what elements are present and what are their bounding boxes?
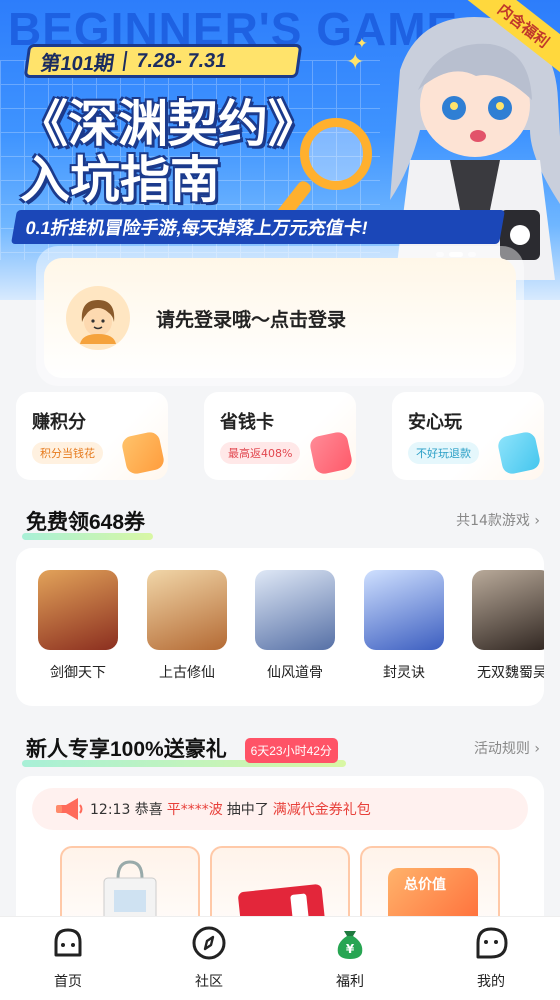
link-label: 共14款游戏 [456,513,530,529]
countdown-badge: 6天23小时42分 [244,737,338,763]
notice-user: 平****波 [166,802,223,818]
chevron-right-icon: › [534,513,540,529]
game-item[interactable]: 剑御天下 [36,570,120,682]
banner-title-line2: 入坑指南 [20,152,220,208]
chevron-right-icon: › [534,741,540,757]
game-name: 仙风道骨 [267,665,323,681]
tab-label: 社区 [195,974,223,990]
game-name: 剑御天下 [50,665,106,681]
megaphone-icon [56,798,83,820]
notice-mid: 抽中了 [226,802,269,818]
coupon-games-list: 剑御天下 上古修仙 仙风道骨 封灵诀 无双魏蜀吴 [16,548,544,706]
shield-icon [496,430,542,476]
winner-notice: 12:13 恭喜 平****波 抽中了 满减代金券礼包 [32,788,528,830]
newbie-gift-panel: 12:13 恭喜 平****波 抽中了 满减代金券礼包 总价值 [16,776,544,936]
game-thumbnail [364,570,444,650]
banner-issue: 第101期 [39,52,116,75]
sparkle-icon: ✦ [356,36,368,52]
gift-label: 总价值 [404,876,446,892]
feature-tag: 积分当钱花 [32,442,103,464]
tab-welfare[interactable]: ¥ 福利 [310,925,390,991]
game-item[interactable]: 封灵诀 [362,570,446,682]
game-thumbnail [472,570,544,650]
game-name: 上古修仙 [159,665,215,681]
compass-icon [192,926,226,960]
sparkle-icon: ✦ [346,50,365,75]
game-item[interactable]: 无双魏蜀吴 [470,570,544,682]
feature-tag: 不好玩退款 [408,442,479,464]
tab-label: 福利 [336,974,364,990]
feature-earn-points[interactable]: 赚积分 积分当钱花 [16,392,168,480]
coupons-all-games-link[interactable]: 共14款游戏 › [456,510,540,530]
notice-prize: 满减代金券礼包 [272,802,371,818]
game-name: 无双魏蜀吴 [477,665,544,681]
feature-title: 安心玩 [408,412,462,432]
money-bag-icon: ¥ [337,931,363,959]
game-thumbnail [38,570,118,650]
login-card[interactable]: 请先登录哦～点击登录 [44,258,516,378]
tab-label: 我的 [477,974,505,990]
tab-community[interactable]: 社区 [169,925,249,991]
tab-home[interactable]: 首页 [28,925,108,991]
banner-dates: 7.28- 7.31 [134,49,229,72]
feature-title: 省钱卡 [220,412,274,432]
link-label: 活动规则 [473,741,530,757]
magnifier-icon [300,118,372,190]
tab-profile[interactable]: 我的 [451,925,531,991]
game-thumbnail [147,570,227,650]
feature-title: 赚积分 [32,412,86,432]
card-icon [308,430,354,476]
banner-issue-tag: 第101期 7.28- 7.31 [23,44,303,78]
coin-star-icon [120,430,166,476]
avatar-icon [66,286,130,350]
feature-tag: 最高返408% [220,442,301,464]
newbie-section-title: 新人专享100%送豪礼 6天23小时42分 [22,733,346,767]
activity-rules-link[interactable]: 活动规则 › [474,738,540,758]
bottom-tab-bar: 首页 社区 ¥ 福利 我的 [0,916,560,1000]
banner-subline: 0.1折挂机冒险手游,每天掉落上万元充值卡! [11,210,505,244]
login-prompt: 请先登录哦～点击登录 [156,309,347,331]
newbie-title-text: 新人专享100%送豪礼 [26,738,227,761]
svg-text:¥: ¥ [346,942,355,956]
game-thumbnail [255,570,335,650]
game-item[interactable]: 仙风道骨 [253,570,337,682]
notice-time: 12:13 恭喜 [90,802,163,818]
feature-saving-card[interactable]: 省钱卡 最高返408% [204,392,356,480]
game-name: 封灵诀 [383,665,425,681]
smiley-bubble-icon [476,927,508,959]
coupons-section-title: 免费领648券 [21,506,154,540]
tab-label: 首页 [54,974,82,990]
game-item[interactable]: 上古修仙 [145,570,229,682]
home-icon [54,928,82,957]
feature-safe-play[interactable]: 安心玩 不好玩退款 [392,392,544,480]
